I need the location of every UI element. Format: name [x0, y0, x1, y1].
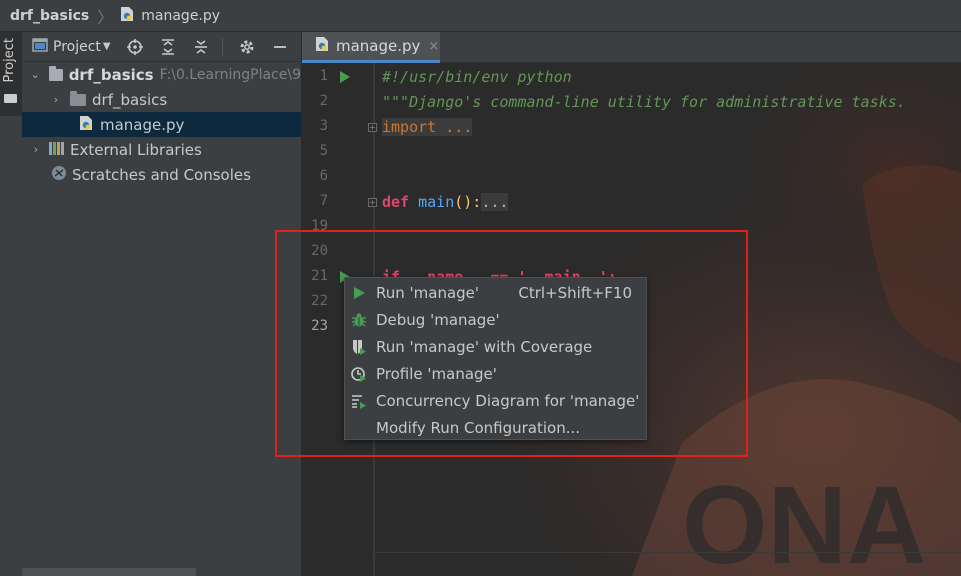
tree-item-external-libraries[interactable]: › External Libraries — [22, 137, 301, 162]
tree-item-label: Scratches and Consoles — [72, 165, 251, 184]
line-number: 5 — [319, 143, 328, 159]
line-number: 3 — [319, 118, 328, 134]
left-tool-strip: Project — [0, 32, 23, 576]
menu-item-label: Modify Run Configuration... — [376, 418, 581, 437]
chevron-down-icon: ▼ — [102, 41, 111, 52]
library-icon — [48, 140, 66, 160]
project-tree: ⌄ drf_basics F:\0.LearningPlace\9 › drf_… — [22, 62, 301, 187]
menu-item-profile[interactable]: Profile 'manage' — [345, 360, 646, 387]
line-number: 21 — [311, 268, 328, 284]
close-icon[interactable]: × — [428, 39, 439, 54]
menu-item-modify-config[interactable]: Modify Run Configuration... — [345, 414, 646, 441]
menu-item-shortcut: Ctrl+Shift+F10 — [518, 283, 632, 302]
fold-expand-icon[interactable]: + — [368, 123, 377, 132]
tree-item-label: External Libraries — [70, 140, 202, 159]
concurrency-diagram-icon — [350, 392, 368, 410]
project-view-selector[interactable]: Project ▼ — [32, 37, 111, 56]
hide-panel-icon[interactable] — [271, 38, 289, 56]
tree-item-scratches[interactable]: Scratches and Consoles — [22, 162, 301, 187]
project-panel: Project ▼ ⌄ drf_basics F:\0.LearningPlac… — [22, 32, 302, 576]
breadcrumb-project[interactable]: drf_basics — [10, 8, 89, 24]
function-name: main — [418, 193, 455, 211]
line-number: 6 — [319, 168, 328, 184]
run-icon — [350, 284, 368, 302]
tree-item-label: drf_basics — [68, 65, 154, 84]
run-gutter-icon[interactable] — [340, 71, 350, 83]
editor-bottom-divider — [374, 552, 961, 553]
code-line-1: #!/usr/bin/env python — [382, 68, 572, 86]
menu-item-debug[interactable]: Debug 'manage' — [345, 306, 646, 333]
tree-item-drf-basics-folder[interactable]: › drf_basics — [22, 87, 301, 112]
folder-icon — [70, 90, 86, 106]
gear-icon[interactable] — [238, 38, 256, 56]
line-number: 20 — [311, 243, 328, 259]
svg-text:ONA: ONA — [682, 464, 926, 576]
breadcrumb-separator: 〉 — [97, 7, 114, 27]
line-number: 1 — [319, 68, 328, 84]
project-tool-tab-label: Project — [2, 38, 17, 83]
editor-tab-bar: manage.py × — [302, 32, 961, 63]
locate-icon[interactable] — [126, 38, 144, 56]
keyword: def — [382, 193, 410, 211]
tree-item-path: F:\0.LearningPlace\9 — [159, 66, 301, 83]
menu-item-coverage[interactable]: Run 'manage' with Coverage — [345, 333, 646, 360]
chevron-right-icon[interactable]: › — [30, 143, 42, 156]
code-line-7: def main():... — [382, 193, 509, 211]
toolbar-separator — [221, 37, 223, 56]
tab-label: manage.py — [336, 37, 421, 55]
menu-item-label: Profile 'manage' — [376, 364, 497, 383]
project-window-icon — [32, 37, 48, 56]
folded-import[interactable]: import ... — [382, 118, 473, 136]
ide-window: drf_basics 〉 manage.py Project Project ▼ — [0, 0, 961, 576]
tree-item-manage-py[interactable]: manage.py — [22, 112, 301, 137]
breadcrumb: drf_basics 〉 manage.py — [0, 0, 961, 32]
line-number: 2 — [319, 93, 328, 109]
code-line-2: """Django's command-line utility for adm… — [382, 93, 906, 111]
line-number: 23 — [311, 318, 328, 334]
line-number: 22 — [311, 293, 328, 309]
tab-manage-py[interactable]: manage.py × — [302, 32, 440, 63]
debug-bug-icon — [350, 311, 368, 329]
coverage-icon — [350, 338, 368, 356]
tree-item-project-root[interactable]: ⌄ drf_basics F:\0.LearningPlace\9 — [22, 62, 301, 87]
python-file-icon — [78, 115, 94, 135]
collapse-all-icon[interactable] — [192, 38, 210, 56]
tree-item-label: drf_basics — [92, 90, 168, 109]
menu-item-label: Debug 'manage' — [376, 310, 500, 329]
menu-item-label: Concurrency Diagram for 'manage' — [376, 391, 640, 410]
fold-expand-icon[interactable]: + — [368, 198, 377, 207]
code-punctuation: (): — [454, 193, 482, 211]
project-panel-toolbar: Project ▼ — [22, 32, 301, 62]
breadcrumb-file[interactable]: manage.py — [141, 8, 220, 24]
project-panel-title: Project — [53, 38, 101, 55]
profile-clock-icon — [350, 365, 368, 383]
line-number: 19 — [311, 218, 328, 234]
tree-item-label: manage.py — [100, 115, 185, 134]
expand-all-icon[interactable] — [159, 38, 177, 56]
menu-item-label: Run 'manage' — [376, 283, 480, 302]
run-context-menu: Run 'manage' Ctrl+Shift+F10 Debug 'manag… — [344, 277, 647, 440]
horizontal-scrollbar[interactable] — [22, 568, 196, 576]
python-file-icon — [119, 6, 135, 26]
folder-icon — [48, 65, 63, 81]
chevron-down-icon[interactable]: ⌄ — [30, 68, 41, 81]
folder-icon — [4, 94, 17, 103]
project-tool-tab[interactable]: Project — [0, 32, 22, 116]
menu-item-run[interactable]: Run 'manage' Ctrl+Shift+F10 — [345, 279, 646, 306]
python-file-icon — [314, 36, 330, 56]
scratches-icon — [50, 164, 68, 186]
folded-body[interactable]: ... — [481, 193, 509, 211]
menu-item-label: Run 'manage' with Coverage — [376, 337, 593, 356]
menu-item-concurrency[interactable]: Concurrency Diagram for 'manage' — [345, 387, 646, 414]
chevron-right-icon[interactable]: › — [50, 93, 62, 106]
code-line-3: import ... — [382, 118, 473, 136]
line-number: 7 — [319, 193, 328, 209]
